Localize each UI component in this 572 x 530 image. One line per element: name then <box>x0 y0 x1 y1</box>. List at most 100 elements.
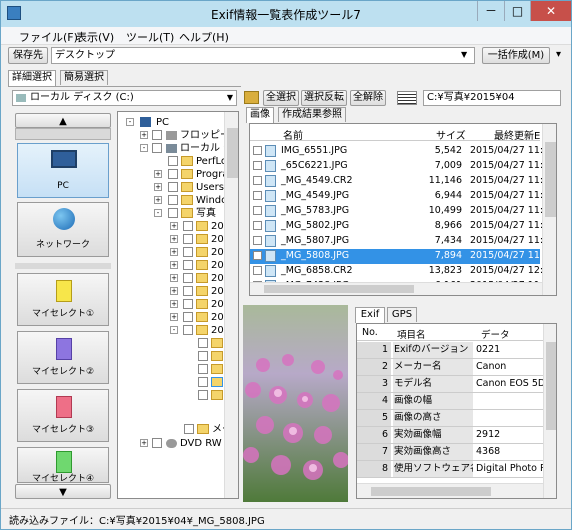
menu-tools[interactable]: ツール(T) <box>126 29 174 45</box>
expand-icon[interactable]: + <box>170 248 178 256</box>
drive-select[interactable]: ローカル ディスク (C:) ▼ <box>12 90 237 106</box>
exif-row[interactable]: 2 メーカー名 Canon <box>357 359 547 376</box>
nav-myselect-4[interactable]: マイセレクト④ <box>17 447 109 483</box>
path-field[interactable]: C:¥写真¥2015¥04 <box>423 90 561 106</box>
checkbox[interactable] <box>184 424 194 434</box>
file-list[interactable]: 名前 サイズ 最終更新E IMG_6551.JPG 5,542 2015/04/27… <box>249 123 557 296</box>
exif-table[interactable]: No. 項目名 データ 1 Exifのバージョン 0221 2 メーカー名 Canon 3 モ… <box>356 323 557 499</box>
menu-help[interactable]: ヘルプ(H) <box>179 29 229 45</box>
checkbox[interactable] <box>183 286 193 296</box>
expand-icon[interactable]: + <box>170 313 178 321</box>
expand-icon[interactable]: + <box>170 235 178 243</box>
nav-scroll-down-button[interactable]: ▼ <box>15 484 111 499</box>
checkbox[interactable] <box>183 247 193 257</box>
collapse-icon[interactable]: - <box>140 144 148 152</box>
checkbox[interactable] <box>183 234 193 244</box>
tab-simple-select[interactable]: 簡易選択 <box>60 70 108 85</box>
expand-icon[interactable]: + <box>154 183 162 191</box>
save-destination-field[interactable]: デスクトップ <box>51 47 475 64</box>
collapse-icon[interactable]: - <box>154 209 162 217</box>
exif-row[interactable]: 4 画像の幅 <box>357 393 547 410</box>
clear-selection-button[interactable]: 全解除 <box>350 90 386 106</box>
save-destination-button[interactable]: 保存先 <box>8 47 48 64</box>
checkbox[interactable] <box>183 325 193 335</box>
nav-pc[interactable]: PC <box>17 143 109 198</box>
nav-myselect-2[interactable]: マイセレクト② <box>17 331 109 384</box>
exif-row[interactable]: 1 Exifのバージョン 0221 <box>357 342 547 359</box>
checkbox[interactable] <box>198 377 208 387</box>
file-scrollbar-h[interactable] <box>250 282 542 295</box>
expand-icon[interactable]: + <box>170 261 178 269</box>
checkbox[interactable] <box>152 130 162 140</box>
checkbox[interactable] <box>168 208 178 218</box>
tab-results[interactable]: 作成結果参照 <box>278 107 346 122</box>
expand-icon[interactable]: + <box>140 439 148 447</box>
checkbox[interactable] <box>168 156 178 166</box>
exif-row[interactable]: 6 実効画像幅 2912 <box>357 427 547 444</box>
menu-view[interactable]: 表示(V) <box>76 29 114 45</box>
exif-row[interactable]: 7 実効画像高さ 4368 <box>357 444 547 461</box>
checkbox[interactable] <box>183 299 193 309</box>
file-scroll-thumb[interactable] <box>545 142 556 217</box>
file-row[interactable]: _MG_5808.JPG 7,894 2015/04/27 11:2 <box>250 249 549 264</box>
expand-icon[interactable]: + <box>170 274 178 282</box>
list-view-icon[interactable] <box>397 91 417 105</box>
collapse-icon[interactable]: - <box>126 118 134 126</box>
col-name[interactable]: 名前 <box>283 127 303 142</box>
exif-scroll-thumb[interactable] <box>546 342 556 430</box>
maximize-button[interactable]: □ <box>504 1 530 21</box>
file-row[interactable]: _MG_5807.JPG 7,434 2015/04/27 11:2 <box>250 234 549 249</box>
expand-icon[interactable]: + <box>154 196 162 204</box>
exif-scrollbar-h[interactable] <box>357 483 543 498</box>
batch-create-button[interactable]: 一括作成(M) <box>482 47 550 64</box>
checkbox[interactable] <box>152 143 162 153</box>
nav-myselect-3[interactable]: マイセレクト③ <box>17 389 109 442</box>
exif-scrollbar-v[interactable] <box>543 324 556 498</box>
invert-selection-button[interactable]: 選択反転 <box>301 90 347 106</box>
tab-images[interactable]: 画像 <box>246 107 274 123</box>
minimize-button[interactable]: － <box>477 1 504 21</box>
up-folder-icon[interactable] <box>244 91 259 104</box>
tree-scrollbar[interactable] <box>224 112 238 498</box>
nav-network[interactable]: ネットワーク <box>17 202 109 257</box>
checkbox[interactable] <box>183 312 193 322</box>
checkbox[interactable] <box>168 169 178 179</box>
file-row[interactable]: _MG_4549.JPG 6,944 2015/04/27 11:3 <box>250 189 549 204</box>
checkbox[interactable] <box>168 182 178 192</box>
file-row[interactable]: _MG_6858.CR2 13,823 2015/04/27 12:5 <box>250 264 549 279</box>
file-hscroll-thumb[interactable] <box>264 285 414 293</box>
expand-icon[interactable]: + <box>170 300 178 308</box>
file-row[interactable]: _MG_5783.JPG 10,499 2015/04/27 11:3 <box>250 204 549 219</box>
checkbox[interactable] <box>152 438 162 448</box>
dropdown-arrow-icon[interactable]: ▼ <box>461 50 467 59</box>
checkbox[interactable] <box>198 338 208 348</box>
batch-menu-arrow-icon[interactable]: ▾ <box>556 49 561 60</box>
checkbox[interactable] <box>198 390 208 400</box>
menu-file[interactable]: ファイル(F) <box>19 29 78 45</box>
checkbox[interactable] <box>198 351 208 361</box>
nav-myselect-1[interactable]: マイセレクト① <box>17 273 109 326</box>
file-row[interactable]: _MG_4549.CR2 11,146 2015/04/27 11:3 <box>250 174 549 189</box>
file-row[interactable]: IMG_6551.JPG 5,542 2015/04/27 11:3 <box>250 144 549 159</box>
select-all-button[interactable]: 全選択 <box>263 90 299 106</box>
expand-icon[interactable]: + <box>170 222 178 230</box>
expand-icon[interactable]: + <box>140 131 148 139</box>
col-date[interactable]: 最終更新E <box>494 127 540 142</box>
checkbox[interactable] <box>183 221 193 231</box>
collapse-icon[interactable]: - <box>170 326 178 334</box>
col-size[interactable]: サイズ <box>436 127 466 142</box>
checkbox[interactable] <box>183 273 193 283</box>
tab-gps[interactable]: GPS <box>387 307 417 322</box>
close-button[interactable]: ✕ <box>530 1 571 21</box>
exif-row[interactable]: 8 使用ソフトウェア名 Digital Photo Pr <box>357 461 547 478</box>
expand-icon[interactable]: + <box>154 170 162 178</box>
checkbox[interactable] <box>183 260 193 270</box>
tab-detail-select[interactable]: 詳細選択 <box>8 70 56 86</box>
tab-exif[interactable]: Exif <box>355 307 385 323</box>
checkbox[interactable] <box>168 195 178 205</box>
file-row[interactable]: _65C6221.JPG 7,009 2015/04/27 11:3 <box>250 159 549 174</box>
folder-tree[interactable]: - PC + フロッピー デ - ローカル デ PerfLog + Progra… <box>117 111 239 499</box>
nav-scroll-up-button[interactable]: ▲ <box>15 113 111 128</box>
exif-hscroll-thumb[interactable] <box>371 487 491 496</box>
exif-row[interactable]: 3 モデル名 Canon EOS 5D <box>357 376 547 393</box>
